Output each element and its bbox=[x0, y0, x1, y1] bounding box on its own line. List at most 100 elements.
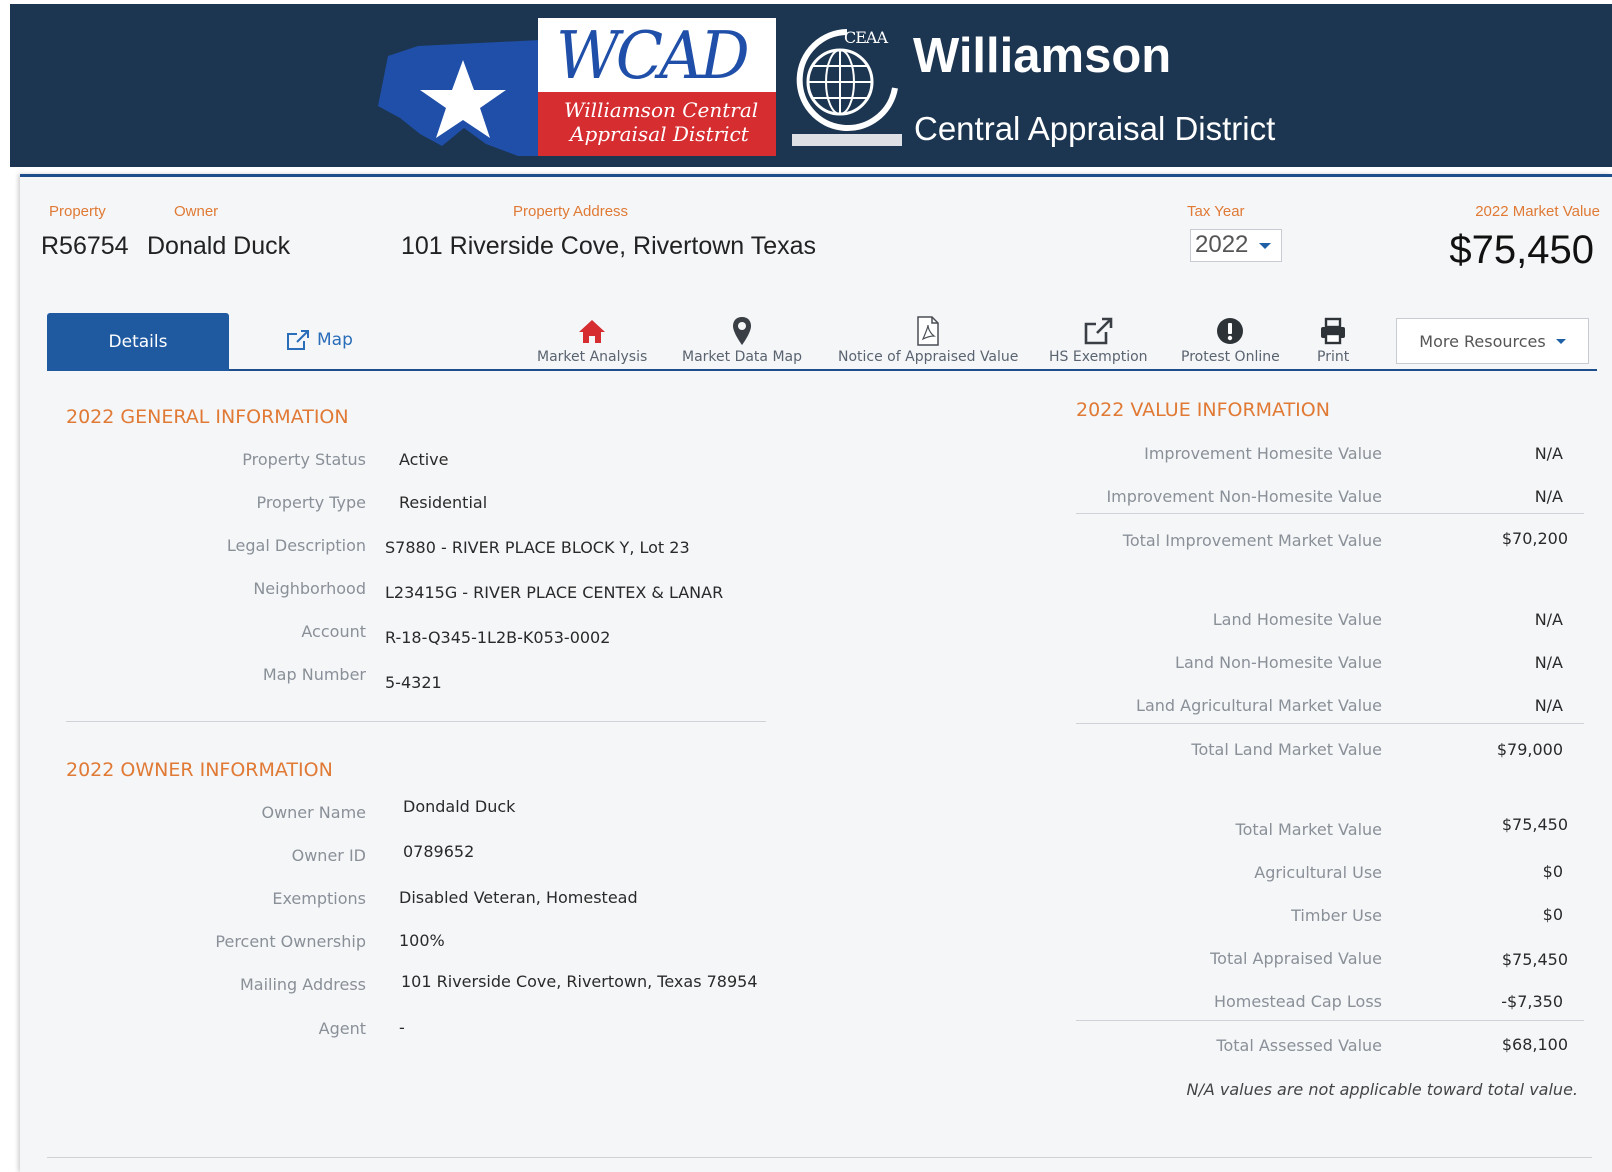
land-homesite-value: N/A bbox=[1534, 610, 1563, 629]
neighborhood-label: Neighborhood bbox=[253, 579, 366, 598]
property-status-value: Active bbox=[399, 450, 449, 469]
land-non-homesite-label: Land Non-Homesite Value bbox=[1175, 653, 1382, 672]
property-address-label: Property Address bbox=[513, 203, 629, 220]
improvement-non-homesite-value: N/A bbox=[1534, 487, 1563, 506]
total-appraised-label: Total Appraised Value bbox=[1210, 949, 1382, 968]
tax-year-label: Tax Year bbox=[1187, 203, 1245, 220]
owner-label: Owner bbox=[174, 203, 219, 220]
more-resources-dropdown[interactable]: More Resources bbox=[1396, 318, 1589, 364]
improvement-non-homesite-label: Improvement Non-Homesite Value bbox=[1106, 487, 1382, 506]
owner-name-label: Owner Name bbox=[261, 803, 366, 822]
improvement-homesite-value: N/A bbox=[1534, 444, 1563, 463]
map-pin-icon bbox=[733, 317, 751, 345]
account-label: Account bbox=[301, 622, 366, 641]
chevron-down-icon bbox=[1259, 243, 1271, 249]
improvement-homesite-label: Improvement Homesite Value bbox=[1144, 444, 1382, 463]
external-link-icon bbox=[1084, 317, 1113, 345]
general-info-title: 2022 GENERAL INFORMATION bbox=[66, 406, 349, 428]
agent-label: Agent bbox=[318, 1019, 366, 1038]
homestead-cap-loss-value: -$7,350 bbox=[1501, 992, 1563, 1011]
agricultural-use-label: Agricultural Use bbox=[1254, 863, 1382, 882]
total-improvement-label: Total Improvement Market Value bbox=[1122, 531, 1382, 550]
external-link-icon bbox=[287, 330, 309, 350]
land-agricultural-label: Land Agricultural Market Value bbox=[1136, 696, 1382, 715]
owner-id-value: 0789652 bbox=[403, 842, 475, 861]
market-analysis-button[interactable]: Market Analysis bbox=[537, 316, 647, 365]
map-number-label: Map Number bbox=[262, 665, 366, 684]
total-land-value: $79,000 bbox=[1496, 740, 1563, 759]
value-footnote: N/A values are not applicable toward tot… bbox=[1186, 1080, 1579, 1099]
owner-name: Donald Duck bbox=[147, 232, 291, 260]
value-divider bbox=[1076, 723, 1584, 724]
percent-ownership-label: Percent Ownership bbox=[215, 932, 366, 951]
notice-of-appraised-value-label: Notice of Appraised Value bbox=[838, 349, 1019, 365]
market-value-amount: $75,450 bbox=[1449, 228, 1594, 272]
land-agricultural-value: N/A bbox=[1534, 696, 1563, 715]
chevron-down-icon bbox=[1555, 338, 1566, 344]
hs-exemption-button[interactable]: HS Exemption bbox=[1049, 316, 1148, 365]
land-non-homesite-value: N/A bbox=[1534, 653, 1563, 672]
protest-online-button[interactable]: Protest Online bbox=[1181, 316, 1280, 365]
footer-divider bbox=[47, 1157, 1592, 1158]
market-data-map-button[interactable]: Market Data Map bbox=[682, 316, 802, 365]
mailing-address-value: 101 Riverside Cove, Rivertown, Texas 789… bbox=[401, 972, 758, 991]
ceaa-seal-text: CEAA bbox=[844, 28, 888, 47]
exemptions-value: Disabled Veteran, Homestead bbox=[399, 888, 638, 907]
market-data-map-label: Market Data Map bbox=[682, 349, 802, 365]
site-header: WCAD Williamson Central Appraisal Distri… bbox=[10, 4, 1612, 167]
exclamation-icon bbox=[1217, 318, 1244, 344]
more-resources-label: More Resources bbox=[1419, 331, 1546, 351]
protest-online-label: Protest Online bbox=[1181, 349, 1280, 365]
market-value-label: 2022 Market Value bbox=[1475, 203, 1600, 220]
percent-ownership-value: 100% bbox=[399, 931, 445, 950]
value-divider bbox=[1076, 513, 1584, 514]
tab-details[interactable]: Details bbox=[47, 313, 229, 371]
logo-subtitle-line2: Appraisal District bbox=[570, 122, 749, 146]
timber-use-label: Timber Use bbox=[1291, 906, 1382, 925]
mailing-address-label: Mailing Address bbox=[239, 975, 366, 994]
property-id: R56754 bbox=[41, 232, 129, 260]
property-type-value: Residential bbox=[399, 493, 488, 512]
wcad-logo[interactable]: WCAD Williamson Central Appraisal Distri… bbox=[368, 18, 788, 156]
total-assessed-label: Total Assessed Value bbox=[1216, 1036, 1382, 1055]
owner-info-title: 2022 OWNER INFORMATION bbox=[66, 759, 333, 781]
homestead-cap-loss-label: Homestead Cap Loss bbox=[1213, 992, 1382, 1011]
property-type-label: Property Type bbox=[256, 493, 366, 512]
print-button[interactable]: Print bbox=[1317, 316, 1349, 365]
tax-year-select[interactable]: 2022 bbox=[1190, 229, 1282, 262]
tax-year-value: 2022 bbox=[1195, 231, 1249, 258]
map-number-value: 5-4321 bbox=[385, 673, 442, 692]
total-market-value: $75,450 bbox=[1501, 815, 1568, 834]
total-improvement-value: $70,200 bbox=[1501, 529, 1568, 548]
value-info-title: 2022 VALUE INFORMATION bbox=[1076, 399, 1330, 421]
property-address: 101 Riverside Cove, Rivertown Texas bbox=[401, 232, 817, 260]
neighborhood-value: L23415G - RIVER PLACE CENTEX & LANAR bbox=[385, 583, 724, 602]
total-market-label: Total Market Value bbox=[1235, 820, 1382, 839]
market-analysis-label: Market Analysis bbox=[537, 349, 648, 365]
site-title: Williamson bbox=[913, 29, 1172, 83]
logo-subtitle-line1: Williamson Central bbox=[564, 98, 759, 122]
pdf-icon bbox=[917, 316, 939, 346]
section-divider bbox=[66, 721, 766, 722]
home-icon bbox=[579, 320, 606, 343]
hs-exemption-label: HS Exemption bbox=[1049, 349, 1148, 365]
owner-id-label: Owner ID bbox=[291, 846, 366, 865]
site-subtitle: Central Appraisal District bbox=[914, 110, 1276, 147]
legal-description-label: Legal Description bbox=[226, 536, 366, 555]
property-detail-panel bbox=[20, 174, 1612, 1172]
exemptions-label: Exemptions bbox=[272, 889, 366, 908]
total-land-label: Total Land Market Value bbox=[1191, 740, 1382, 759]
total-appraised-value: $75,450 bbox=[1501, 950, 1568, 969]
tab-map-label: Map bbox=[317, 330, 353, 350]
printer-icon bbox=[1321, 317, 1346, 345]
timber-use-value: $0 bbox=[1542, 905, 1563, 924]
wcad-logo-text: WCAD bbox=[556, 17, 750, 94]
land-homesite-label: Land Homesite Value bbox=[1212, 610, 1382, 629]
notice-of-appraised-value-button[interactable]: Notice of Appraised Value bbox=[838, 316, 1018, 365]
tab-map[interactable]: Map bbox=[287, 330, 353, 350]
ceaa-seal: CEAA bbox=[792, 22, 902, 156]
agent-value: - bbox=[399, 1018, 405, 1037]
account-value: R-18-Q345-1L2B-K053-0002 bbox=[385, 628, 611, 647]
property-status-label: Property Status bbox=[242, 450, 366, 469]
print-label: Print bbox=[1317, 349, 1350, 365]
